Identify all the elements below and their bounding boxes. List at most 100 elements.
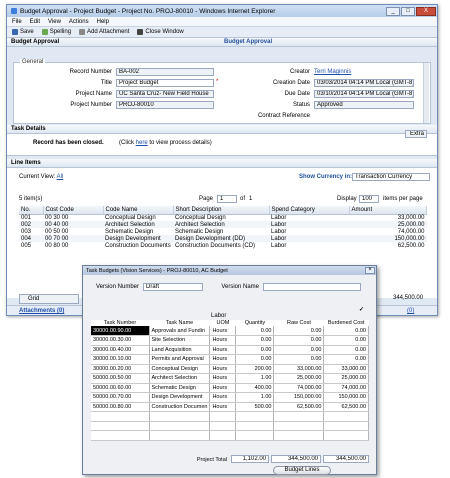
page-of-label: of bbox=[240, 196, 246, 202]
creation-date-field: 03/03/2014 04:14 PM Local (GMT-8) bbox=[314, 79, 414, 87]
menu-help[interactable]: Help bbox=[97, 19, 109, 25]
col-no[interactable]: No. bbox=[19, 206, 44, 215]
close-button[interactable]: X bbox=[416, 6, 436, 16]
task-details-panel: Record has been closed. (Click here to v… bbox=[7, 130, 437, 156]
cell-burdened-cost: 33,000.00 bbox=[323, 364, 369, 374]
process-details-link[interactable]: here bbox=[136, 140, 148, 146]
cell-task-number: 50000.00.60.00 bbox=[91, 383, 150, 393]
cell-spend-category: Labor bbox=[271, 228, 287, 235]
table-row[interactable]: 003 00 50 00 Schematic Design Schematic Des… bbox=[19, 228, 427, 235]
budget-row[interactable] bbox=[91, 411, 369, 422]
budget-row[interactable]: 30000.00.30.00 Site Selection Hours 0.00 0.0… bbox=[91, 335, 369, 346]
version-name-label: Version Name bbox=[221, 284, 259, 290]
cell-spend-category: Labor bbox=[269, 221, 349, 228]
per-page-label: items per page bbox=[383, 196, 423, 202]
col-cost-code[interactable]: Cost Code bbox=[43, 206, 104, 215]
cell-spend-category: Labor bbox=[269, 235, 349, 242]
extra-button[interactable]: Extra bbox=[405, 130, 427, 138]
dialog-close-button[interactable]: × bbox=[365, 267, 375, 274]
general-panel: General Record Number BA-002 Title Proje… bbox=[13, 59, 431, 124]
spelling-icon bbox=[41, 29, 48, 35]
grid-button[interactable]: Grid bbox=[19, 294, 79, 304]
cell-burdened-cost: 0.00 bbox=[323, 335, 369, 346]
display-count-select[interactable]: 100 bbox=[359, 195, 379, 203]
cell-short-description: Design Development (DD) bbox=[173, 235, 269, 242]
cell-no: 004 bbox=[19, 235, 43, 242]
cell-no: 002 bbox=[19, 221, 43, 228]
minimize-button[interactable]: _ bbox=[386, 6, 400, 16]
record-closed-message: Record has been closed. bbox=[33, 140, 104, 146]
current-view-link[interactable]: All bbox=[57, 174, 64, 180]
budget-row[interactable]: 50000.00.80.00 Construction Documen Hours 5… bbox=[91, 402, 369, 412]
cell-task-number: 30000.00.20.00 bbox=[91, 364, 150, 374]
cell-quantity bbox=[235, 411, 275, 422]
cell-raw-cost bbox=[273, 430, 325, 441]
cell-no: 003 bbox=[21, 228, 32, 235]
project-number-label: Project Number bbox=[70, 102, 112, 108]
click-prefix: (Click bbox=[119, 140, 136, 146]
col-spend-category[interactable]: Spend Category bbox=[269, 206, 350, 215]
col-amount[interactable]: Amount bbox=[349, 206, 427, 215]
currency-select[interactable]: Transaction Currency bbox=[352, 173, 430, 181]
table-row[interactable]: 005 00 80 00 Construction Documents Constru… bbox=[19, 242, 427, 249]
creator-link[interactable]: Terri Maginnis bbox=[314, 69, 351, 75]
menu-file[interactable]: File bbox=[12, 19, 22, 25]
cell-code-name: Conceptual Design bbox=[105, 214, 156, 221]
attachments-link[interactable]: Attachments (0) bbox=[19, 308, 64, 314]
general-scrollbar[interactable] bbox=[423, 63, 429, 123]
version-name-field[interactable] bbox=[263, 283, 361, 291]
menu-view[interactable]: View bbox=[48, 19, 61, 25]
cell-raw-cost: 33,000.00 bbox=[273, 364, 325, 374]
add-attachment-button[interactable]: Add Attachment bbox=[79, 29, 129, 35]
budget-row[interactable]: 30000.00.20.00 Conceptual Design Hours 200.… bbox=[91, 364, 369, 374]
grid-button-label: Grid bbox=[28, 296, 40, 302]
cell-spend-category: Labor bbox=[271, 214, 287, 221]
cell-raw-cost: 0.00 bbox=[273, 335, 325, 346]
line-items-header-row: No. Cost Code Code Name Short Descriptio… bbox=[19, 206, 427, 215]
budget-row[interactable]: 30000.00.40.00 Land Acquisition Hours 0.00 0… bbox=[91, 345, 369, 355]
budget-row[interactable] bbox=[91, 421, 369, 431]
cell-task-name: Architect Selection bbox=[149, 373, 211, 384]
cell-short-description: Schematic Design bbox=[175, 228, 224, 235]
cell-short-description: Architect Selection bbox=[173, 221, 269, 228]
budget-row[interactable]: 30000.00.10.00 Permits and Approval Hours 0… bbox=[91, 354, 369, 365]
table-row[interactable]: 002 00 40 00 Architect Selection Architect … bbox=[19, 221, 427, 228]
budget-row[interactable]: 50000.00.70.00 Design Development Hours 1.0… bbox=[91, 392, 369, 403]
budget-row[interactable]: 50000.00.60.00 Schematic Design Hours 400.0… bbox=[91, 383, 369, 393]
attachments-count-link[interactable]: (0) bbox=[407, 308, 414, 314]
maximize-button[interactable]: □ bbox=[401, 6, 415, 16]
table-row[interactable]: 001 00 30 00 Conceptual Design Conceptual D… bbox=[19, 214, 427, 221]
checkmark-icon: ✓ bbox=[359, 307, 365, 313]
spelling-button[interactable]: Spelling bbox=[41, 29, 71, 35]
cell-cost-code: 00 80 00 bbox=[45, 242, 69, 249]
col-code-name[interactable]: Code Name bbox=[103, 206, 174, 215]
cell-burdened-cost bbox=[323, 421, 369, 431]
cell-raw-cost: 0.00 bbox=[273, 345, 325, 355]
menu-actions[interactable]: Actions bbox=[69, 19, 89, 25]
cell-quantity: 0.00 bbox=[235, 354, 275, 365]
project-number-field: PROJ-80010 bbox=[116, 101, 214, 109]
line-items-header: Line Items bbox=[7, 159, 437, 168]
cell-uom bbox=[209, 411, 237, 422]
cell-task-name: Construction Documen bbox=[149, 402, 211, 412]
budget-row[interactable]: 30000.00.90.00 Approvals and Fundin Hours 0… bbox=[91, 326, 369, 336]
project-total-raw: 344,500.00 bbox=[271, 455, 321, 463]
cell-spend-category: Labor bbox=[271, 242, 287, 249]
show-currency-label: Show Currency in: bbox=[299, 174, 353, 180]
close-window-button[interactable]: Close Window bbox=[137, 29, 184, 35]
title-field[interactable]: Project Budget bbox=[116, 79, 214, 87]
version-number-field[interactable]: Draft bbox=[143, 283, 203, 291]
page-input[interactable]: 1 bbox=[217, 195, 237, 203]
budget-row[interactable]: 50000.00.50.00 Architect Selection Hours 1.… bbox=[91, 373, 369, 384]
col-short-description[interactable]: Short Description bbox=[173, 206, 270, 215]
cell-task-name: Land Acquisition bbox=[149, 345, 211, 355]
menu-edit[interactable]: Edit bbox=[30, 19, 40, 25]
cell-uom bbox=[209, 430, 237, 441]
cell-burdened-cost bbox=[323, 430, 369, 441]
save-button[interactable]: Save bbox=[12, 29, 34, 35]
status-label: Status bbox=[292, 102, 310, 108]
table-row[interactable]: 004 00 70 00 Design Development Design Deve… bbox=[19, 235, 427, 242]
window-titlebar: Budget Approval - Project Budget - Proje… bbox=[7, 5, 437, 17]
budget-row[interactable] bbox=[91, 430, 369, 441]
budget-lines-button[interactable]: Budget Lines bbox=[273, 466, 331, 475]
